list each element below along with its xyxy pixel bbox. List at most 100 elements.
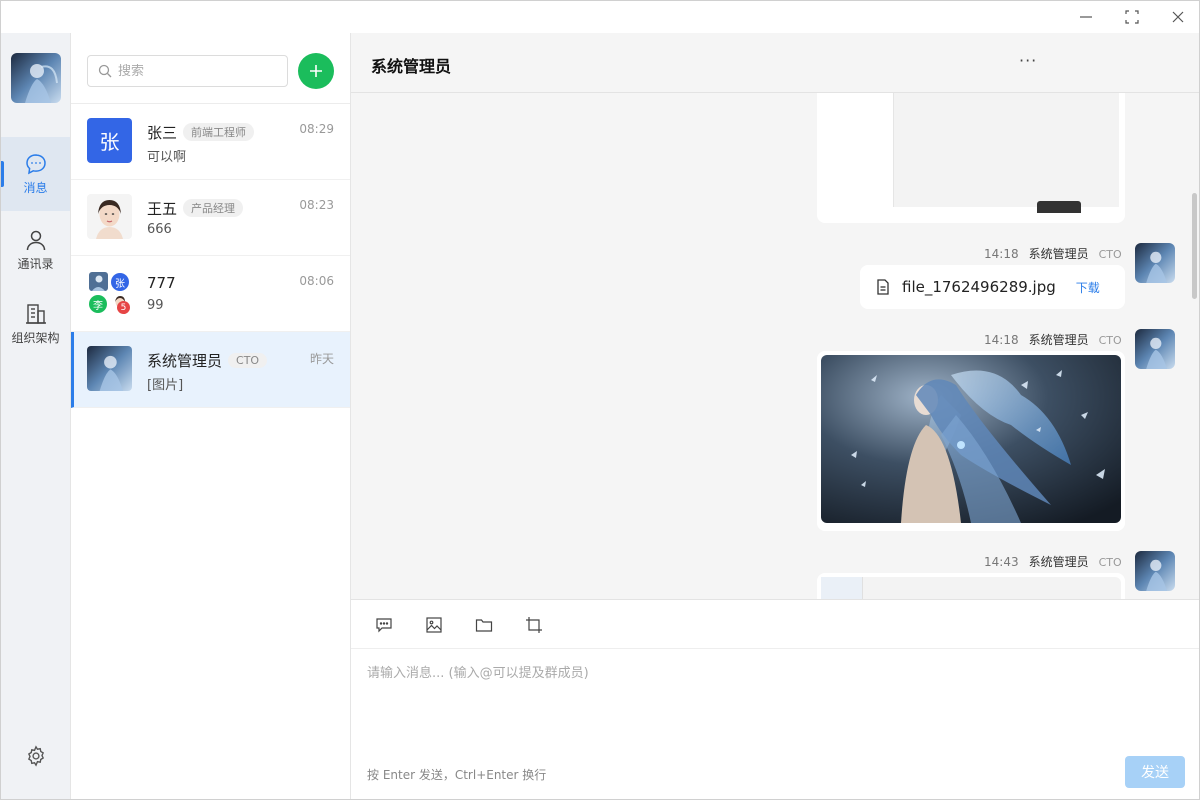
avatar-initial: 张 <box>99 130 120 154</box>
message-meta: 14:18 系统管理员 CTO <box>984 245 1122 262</box>
emoji-icon[interactable] <box>375 616 395 636</box>
plus-icon <box>310 65 322 77</box>
building-icon <box>25 303 46 324</box>
avatar[interactable] <box>1135 551 1175 591</box>
avatar <box>87 194 132 239</box>
group-avatar: 张 李 5 <box>87 270 132 315</box>
chat-panel: 系统管理员 ··· 14:18 系统管理员 CTO file_176249628… <box>351 33 1199 799</box>
conversation-name-text: 王五 <box>147 200 178 218</box>
window-title-bar <box>1 1 1199 33</box>
contact-icon <box>26 230 45 250</box>
message-time: 14:18 <box>984 247 1019 261</box>
image-icon[interactable] <box>425 616 445 636</box>
maximize-icon[interactable] <box>1122 7 1142 27</box>
group-member-avatar: 李 <box>89 295 107 313</box>
image-preview[interactable] <box>893 93 1119 207</box>
avatar[interactable] <box>1135 329 1175 369</box>
conversation-time: 08:29 <box>299 122 334 136</box>
avatar <box>87 346 132 391</box>
message-time: 14:43 <box>984 555 1019 569</box>
group-member-avatar: 5 <box>111 294 130 314</box>
image-preview[interactable] <box>821 355 1121 523</box>
message-meta: 14:18 系统管理员 CTO <box>984 331 1122 348</box>
chat-title: 系统管理员 <box>371 57 452 76</box>
conversation-name-text: 系统管理员 <box>147 352 223 370</box>
chat-header: 系统管理员 ··· <box>351 33 1199 93</box>
conversation-item[interactable]: 王五 产品经理 666 08:23 <box>71 180 350 256</box>
conversation-time: 08:06 <box>299 274 334 288</box>
file-icon <box>877 279 889 295</box>
last-message: 可以啊 <box>147 150 187 165</box>
conversation-name: 张三 前端工程师 <box>147 122 255 143</box>
message-input[interactable] <box>367 662 1177 752</box>
group-member-avatar <box>89 272 108 291</box>
download-link[interactable]: 下载 <box>1076 279 1100 296</box>
rail-item-label: 通讯录 <box>17 256 54 271</box>
message-composer: 按 Enter 发送，Ctrl+Enter 换行 发送 <box>351 599 1199 799</box>
crop-screenshot-icon[interactable] <box>525 616 545 636</box>
tooltip <box>1037 201 1081 213</box>
message-role: CTO <box>1098 556 1122 569</box>
conversation-name: 王五 产品经理 <box>147 198 244 219</box>
file-name: file_1762496289.jpg <box>902 278 1056 296</box>
search-icon <box>98 64 112 78</box>
conversation-item[interactable]: 张 李 5 777 99 08:06 <box>71 256 350 332</box>
group-member-initial: 张 <box>115 278 125 290</box>
conversation-time: 昨天 <box>309 352 334 366</box>
image-preview-sidebar <box>821 577 863 599</box>
folder-icon[interactable] <box>475 616 495 636</box>
nav-rail: 消息 通讯录 组织架构 <box>1 33 71 799</box>
group-extra-count: 5 <box>120 302 127 313</box>
conversation-name: 系统管理员 CTO <box>147 350 268 371</box>
user-avatar[interactable] <box>11 53 61 103</box>
avatar[interactable] <box>1135 243 1175 283</box>
message-role: CTO <box>1098 334 1122 347</box>
role-tag: 前端工程师 <box>183 123 255 141</box>
message-list[interactable]: 14:18 系统管理员 CTO file_1762496289.jpg 下载 14:… <box>351 93 1199 599</box>
message-meta: 14:43 系统管理员 CTO <box>984 553 1122 570</box>
close-icon[interactable] <box>1168 7 1188 27</box>
avatar: 张 <box>87 118 132 163</box>
rail-item-organization[interactable]: 组织架构 <box>1 287 70 361</box>
conversation-item[interactable]: 张 张三 前端工程师 可以啊 08:29 <box>71 104 350 180</box>
conversation-name-text: 张三 <box>147 124 178 142</box>
group-extra-badge: 5 <box>117 301 130 314</box>
search-box[interactable] <box>87 55 288 87</box>
rail-item-label: 组织架构 <box>11 330 60 345</box>
image-preview[interactable] <box>821 577 1121 599</box>
minimize-icon[interactable] <box>1076 7 1096 27</box>
rail-item-contacts[interactable]: 通讯录 <box>1 213 70 287</box>
message-sender: 系统管理员 <box>1028 555 1089 569</box>
send-button[interactable]: 发送 <box>1125 756 1185 788</box>
message-role: CTO <box>1098 248 1122 261</box>
search-input[interactable] <box>118 63 278 79</box>
file-message-bubble[interactable]: file_1762496289.jpg 下载 <box>860 265 1125 309</box>
gear-icon[interactable] <box>25 745 47 767</box>
group-member-initial: 李 <box>93 300 103 312</box>
conversation-time: 08:23 <box>299 198 334 212</box>
scrollbar[interactable] <box>1192 193 1197 299</box>
image-message-bubble[interactable] <box>817 351 1125 531</box>
role-tag: 产品经理 <box>183 199 244 217</box>
rail-item-messages[interactable]: 消息 <box>1 137 70 211</box>
conversation-name-text: 777 <box>147 274 176 292</box>
more-options-button[interactable]: ··· <box>1019 51 1037 70</box>
image-message-bubble[interactable] <box>817 93 1125 223</box>
send-hint: 按 Enter 发送，Ctrl+Enter 换行 <box>367 768 547 782</box>
message-sender: 系统管理员 <box>1028 247 1089 261</box>
rail-item-label: 消息 <box>23 180 48 195</box>
chat-bubble-icon <box>25 153 46 174</box>
message-sender: 系统管理员 <box>1028 333 1089 347</box>
add-conversation-button[interactable] <box>298 53 334 89</box>
last-message: 666 <box>147 222 172 237</box>
last-message: 99 <box>147 298 164 313</box>
group-member-avatar: 张 <box>111 273 129 291</box>
chat-app-window: 消息 通讯录 组织架构 搜索 张 张三 前端工程师 可以啊 08:29 王五 产… <box>0 0 1200 800</box>
message-time: 14:18 <box>984 333 1019 347</box>
conversation-list-panel: 张 张三前端工程师 可以啊 08:29 王五产品经理 <box>71 33 351 799</box>
divider <box>351 648 1199 649</box>
conversation-item-active[interactable]: 系统管理员 CTO [图片] 昨天 <box>71 332 350 408</box>
last-message: [图片] <box>147 378 184 393</box>
image-message-bubble[interactable] <box>817 573 1125 599</box>
role-tag: CTO <box>228 353 268 368</box>
